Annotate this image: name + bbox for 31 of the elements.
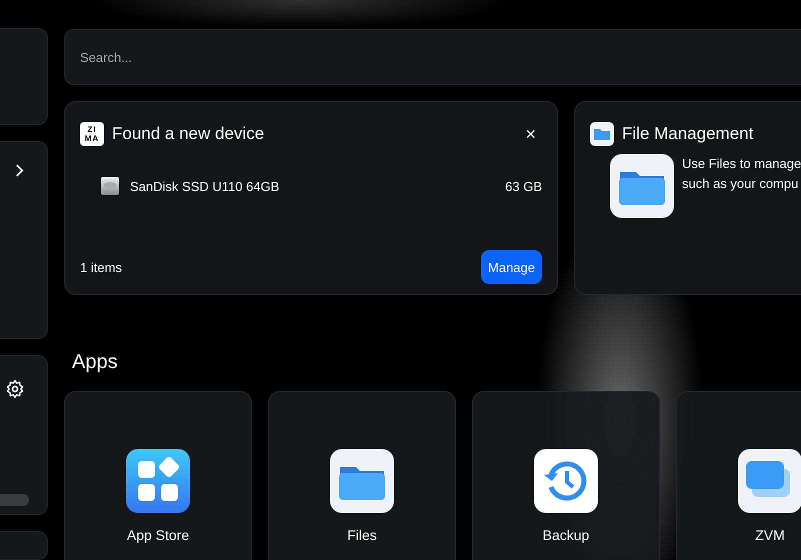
chevron-right-icon[interactable] <box>15 164 24 178</box>
description-text: Use Files to manage <box>682 155 801 173</box>
app-grid-icon <box>126 449 190 513</box>
search-field[interactable]: Search... <box>64 29 801 85</box>
app-name: Backup <box>542 527 590 543</box>
side-panel <box>0 531 48 560</box>
app-name: App Store <box>126 527 190 543</box>
close-button[interactable]: × <box>519 124 542 144</box>
app-name: ZVM <box>755 527 785 543</box>
settings-icon[interactable] <box>5 379 25 400</box>
app-name: Files <box>347 527 377 543</box>
logo-icon: ZI MA <box>80 122 104 146</box>
clock-history-icon <box>534 449 598 513</box>
manage-button[interactable]: Manage <box>481 250 542 284</box>
section-heading: Apps <box>72 351 119 375</box>
card-title: File Management <box>622 124 754 144</box>
description-text: such as your compu <box>682 175 800 193</box>
folder-icon <box>610 154 674 218</box>
app-tile[interactable]: App Store <box>64 391 252 560</box>
bar <box>0 494 29 506</box>
device-name: SanDisk SSD U110 64GB <box>130 178 280 194</box>
device-size: 63 GB <box>505 178 542 194</box>
hard-drive-icon <box>100 176 120 196</box>
app-tile[interactable]: ZVM <box>676 391 801 560</box>
item-count: 1 items <box>80 260 122 274</box>
folder-icon <box>330 449 394 513</box>
app-tile[interactable]: Files <box>268 391 456 560</box>
app-tile[interactable]: Backup <box>472 391 660 560</box>
stacked-windows-icon <box>738 449 801 513</box>
card-title: Found a new device <box>112 124 266 144</box>
folder-icon <box>590 122 614 146</box>
